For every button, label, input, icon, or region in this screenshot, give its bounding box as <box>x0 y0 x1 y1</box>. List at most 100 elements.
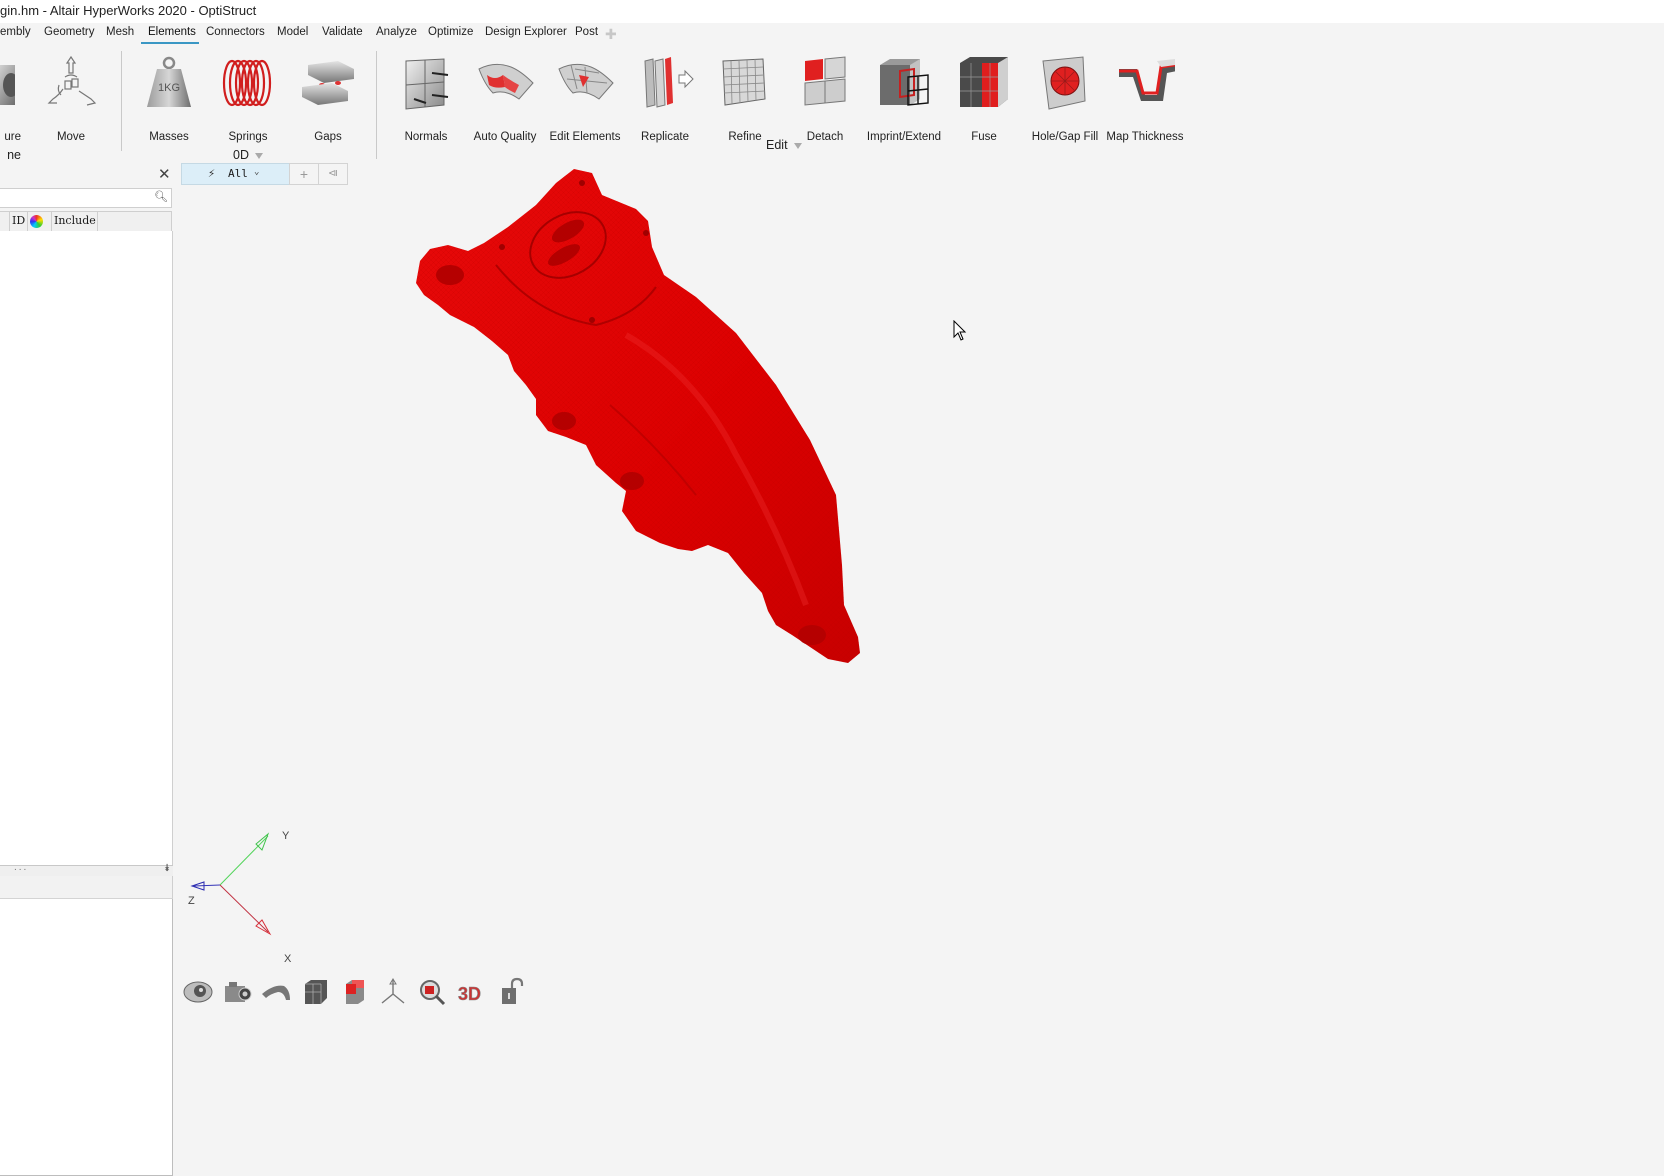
column-id[interactable]: ID <box>12 214 25 227</box>
ribbon-toolbar: ure ne Move 1KG Masses Springs 0D Gaps N… <box>0 45 1664 165</box>
tool-masses[interactable]: 1KG Masses <box>129 55 209 143</box>
menu-validate[interactable]: Validate <box>322 26 363 38</box>
edit-elements-icon <box>558 63 614 100</box>
tool-label: Imprint/Extend <box>866 131 942 143</box>
element-cube-icon[interactable] <box>338 976 370 1008</box>
tool-map-thickness[interactable]: Map Thickness <box>1105 55 1185 143</box>
imprint-extend-icon <box>880 59 929 106</box>
bolt-hole <box>499 244 505 250</box>
menu-bar: embly Geometry Mesh Elements Connectors … <box>0 23 1664 45</box>
menu-connectors[interactable]: Connectors <box>206 26 265 38</box>
mount-boss <box>552 412 576 430</box>
tool-label: Springs <box>228 131 268 143</box>
tool-refine[interactable]: Refine <box>705 55 785 143</box>
tool-label: Detach <box>806 131 844 143</box>
menu-geometry[interactable]: Geometry <box>44 26 95 38</box>
menu-elements[interactable]: Elements <box>148 26 196 38</box>
tool-fuse[interactable]: Fuse <box>944 55 1024 143</box>
tool-label: Move <box>56 131 86 143</box>
model-browser-panel: ✕ 🔍︎ ID Include ... ⯯ <box>0 165 173 1176</box>
graphics-viewport[interactable]: Y Z X <box>174 165 1664 1020</box>
search-icon[interactable]: 🔍︎ <box>154 190 168 203</box>
tool-springs[interactable]: Springs 0D <box>208 55 288 162</box>
feature-icon <box>0 65 15 105</box>
bolt-hole <box>643 230 649 236</box>
column-divider <box>27 212 28 231</box>
visibility-eye-icon[interactable] <box>182 976 214 1008</box>
tool-label: Normals <box>404 131 448 143</box>
spring-icon <box>222 59 272 107</box>
tool-label: Auto Quality <box>473 131 537 143</box>
tool-label: Replicate <box>641 131 689 143</box>
tool-normals[interactable]: Normals <box>386 55 466 143</box>
window-title: gin.hm - Altair HyperWorks 2020 - OptiSt… <box>0 3 257 18</box>
ribbon-separator <box>376 51 377 159</box>
menu-model[interactable]: Model <box>277 26 308 38</box>
tool-gaps[interactable]: Gaps <box>288 55 368 143</box>
close-icon[interactable]: ✕ <box>158 165 171 183</box>
axis-triad-icon[interactable] <box>377 976 409 1008</box>
browser-search-input[interactable]: 🔍︎ <box>0 188 172 208</box>
add-tab-plus-icon[interactable]: ✚ <box>605 26 617 43</box>
bolt-hole <box>579 180 585 186</box>
splitter-handle[interactable]: ... <box>14 862 28 873</box>
mount-boss <box>798 625 826 645</box>
y-axis-line <box>219 835 269 886</box>
3d-view-icon[interactable]: 3D <box>455 976 487 1008</box>
tool-detach[interactable]: Detach <box>785 55 865 143</box>
tool-label: Fuse <box>971 131 997 143</box>
tool-auto-quality[interactable]: Auto Quality <box>465 55 545 143</box>
camera-icon[interactable] <box>221 976 253 1008</box>
bolt-hole <box>589 317 595 323</box>
mount-boss <box>436 265 464 285</box>
surface-icon[interactable] <box>260 976 292 1008</box>
tool-replicate[interactable]: Replicate <box>625 55 705 143</box>
fuse-icon <box>960 57 1008 107</box>
zoom-magnifier-icon[interactable] <box>416 976 448 1008</box>
solid-cube-icon[interactable] <box>299 976 331 1008</box>
unlock-icon[interactable] <box>494 976 526 1008</box>
mass-weight-icon: 1KG <box>147 56 191 107</box>
active-tab-indicator <box>141 42 199 44</box>
z-axis-label: Z <box>188 895 195 907</box>
view-toolbar: 3D <box>180 976 540 1012</box>
tool-label: Hole/Gap Fill <box>1031 131 1099 143</box>
tool-hole-gap-fill[interactable]: Hole/Gap Fill <box>1025 55 1105 143</box>
tool-feature[interactable]: ure ne <box>0 55 25 162</box>
dropdown-arrow-icon <box>254 152 263 159</box>
title-bar: gin.hm - Altair HyperWorks 2020 - OptiSt… <box>0 0 1664 23</box>
mesh-overlay <box>416 169 860 663</box>
x-axis-line <box>219 884 269 933</box>
dropdown-arrow-icon <box>793 142 802 149</box>
y-axis-label: Y <box>282 830 290 842</box>
z-axis-line <box>193 884 221 887</box>
tool-label: Map Thickness <box>1106 131 1184 143</box>
tool-move[interactable]: Move <box>31 55 111 143</box>
menu-analyze[interactable]: Analyze <box>376 26 417 38</box>
tool-edit-elements[interactable]: Edit Elements <box>545 55 625 143</box>
mouse-cursor-icon <box>953 320 967 341</box>
menu-assembly[interactable]: embly <box>0 26 31 38</box>
tool-label: Masses <box>149 131 189 143</box>
refine-icon <box>722 58 766 106</box>
exhaust-manifold-model[interactable] <box>396 165 896 710</box>
menu-design-explorer[interactable]: Design Explorer <box>485 26 567 38</box>
svg-text:1KG: 1KG <box>158 82 180 94</box>
entity-editor-header <box>0 876 173 899</box>
normals-icon <box>405 58 449 110</box>
double-chevron-down-icon[interactable]: ⯯ <box>164 863 170 874</box>
tool-imprint-extend[interactable]: Imprint/Extend <box>864 55 944 143</box>
tool-sublabel: ne <box>7 148 21 162</box>
entity-editor-body[interactable] <box>0 899 173 1176</box>
menu-optimize[interactable]: Optimize <box>428 26 473 38</box>
gap-icon <box>302 61 354 105</box>
browser-table-body[interactable] <box>0 231 173 865</box>
color-wheel-icon[interactable] <box>30 215 43 228</box>
hole-gap-fill-icon <box>1042 56 1086 110</box>
menu-mesh[interactable]: Mesh <box>106 26 134 38</box>
ribbon-separator <box>121 51 122 151</box>
column-include[interactable]: Include <box>54 214 96 227</box>
group-0d-dropdown[interactable]: 0D <box>208 148 288 162</box>
auto-quality-icon <box>478 63 534 100</box>
menu-post[interactable]: Post <box>575 26 598 38</box>
